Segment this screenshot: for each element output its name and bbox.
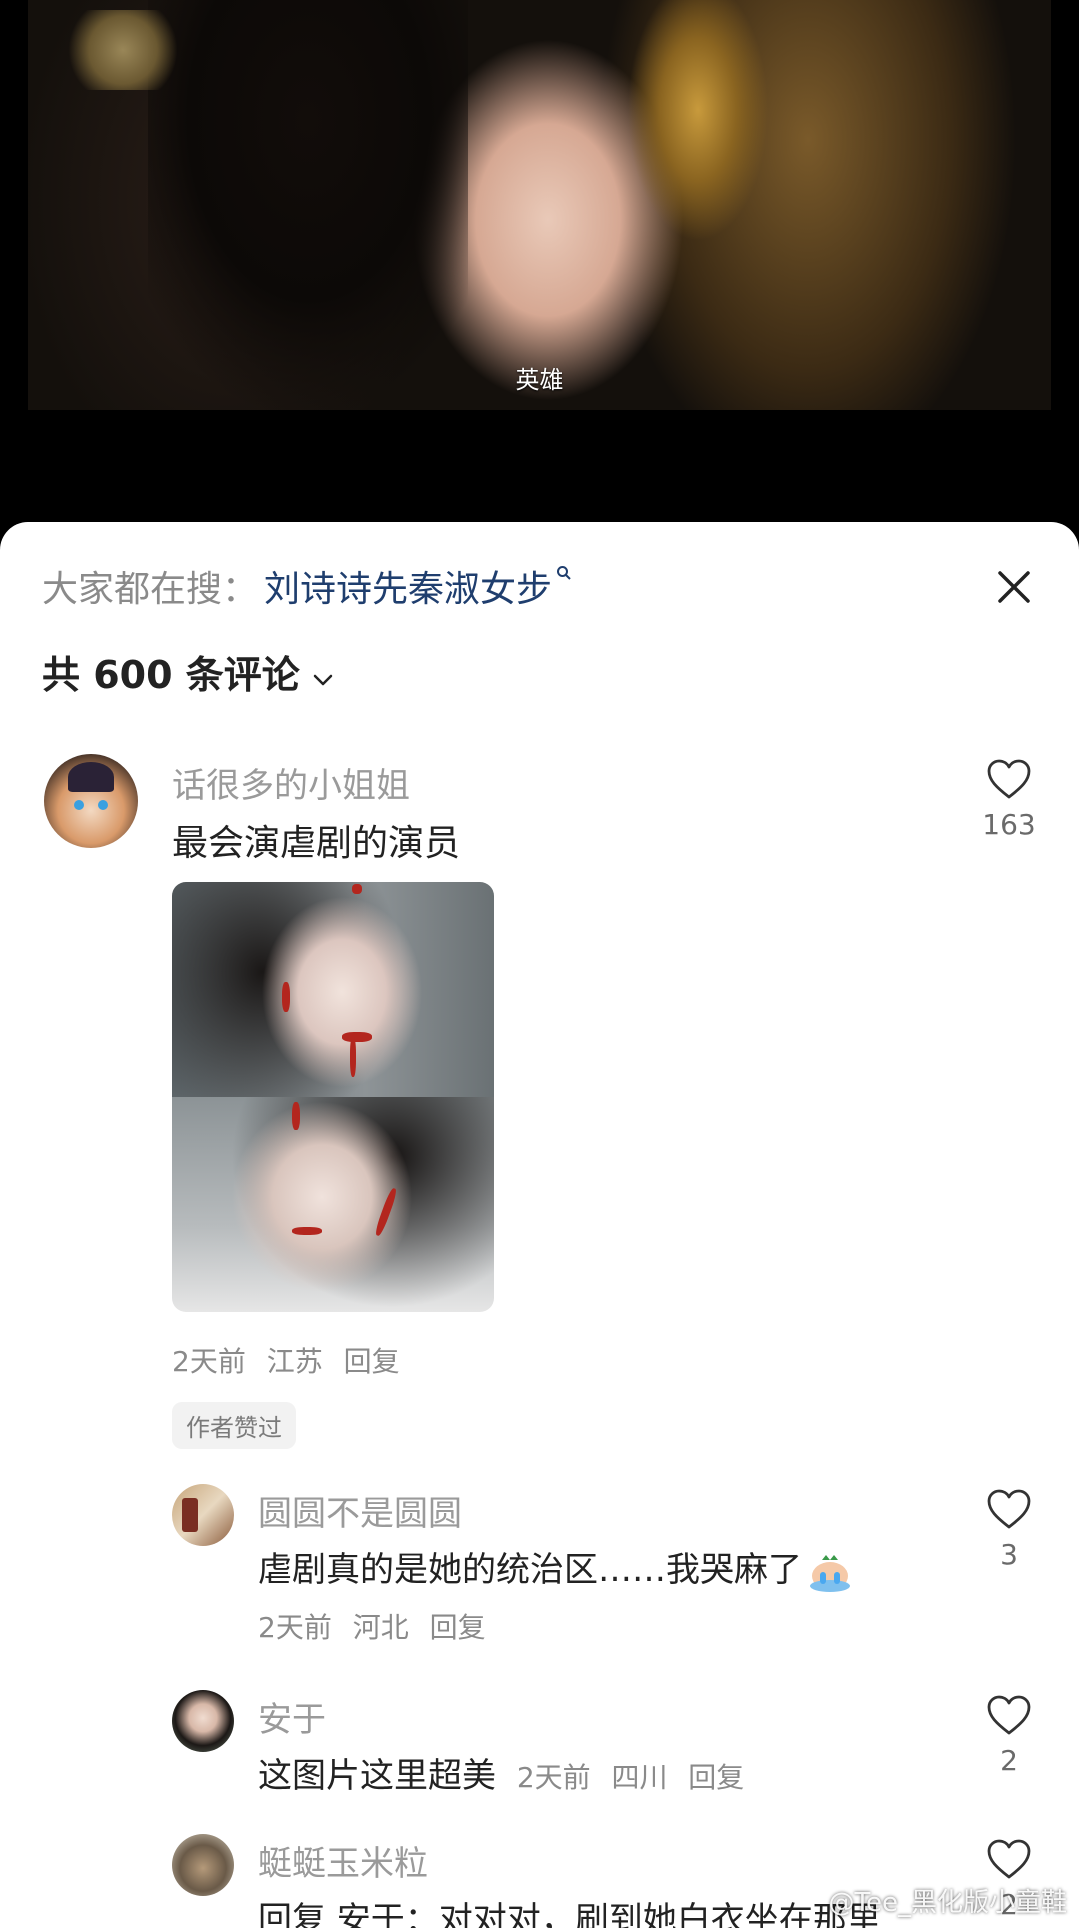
reply-location: 四川 xyxy=(611,1761,668,1794)
heart-icon xyxy=(987,759,1031,799)
crying-emoji-icon xyxy=(808,1552,852,1592)
reply-location: 河北 xyxy=(352,1611,409,1644)
reply-text-line: 这图片这里超美 2天前 四川 回复 xyxy=(258,1748,744,1797)
heart-icon xyxy=(987,1489,1031,1529)
close-icon xyxy=(998,571,1030,603)
watermark: @Tee_黑化版小童鞋 xyxy=(828,1888,1067,1918)
video-crown xyxy=(628,0,778,260)
trending-search[interactable]: 大家都在搜： 刘诗诗先秦淑女步 xyxy=(42,562,572,610)
like-count: 3 xyxy=(1000,1538,1018,1571)
video-hair-ornament xyxy=(68,10,178,90)
reply-text: 这图片这里超美 xyxy=(258,1756,496,1796)
reply-button[interactable]: 回复 xyxy=(688,1761,744,1794)
avatar[interactable] xyxy=(44,754,138,848)
search-icon xyxy=(556,562,572,587)
reply-button[interactable]: 回复 xyxy=(344,1345,400,1378)
chevron-down-icon xyxy=(312,652,334,696)
reply-time: 2天前 xyxy=(516,1761,591,1794)
comment-sheet: 大家都在搜： 刘诗诗先秦淑女步 共 600 条评论 话很多的小姐姐 最会演虐剧的… xyxy=(0,522,1079,1928)
close-button[interactable] xyxy=(989,562,1039,612)
trending-search-prefix: 大家都在搜： xyxy=(42,569,259,610)
video-player[interactable]: 英雄 xyxy=(0,0,1079,540)
comment-meta: 2天前 江苏 回复 xyxy=(172,1340,412,1380)
reply-username[interactable]: 安于 xyxy=(258,1692,326,1741)
video-frame[interactable] xyxy=(28,0,1051,410)
comment-count-sort[interactable]: 共 600 条评论 xyxy=(42,644,334,699)
comment-image-panel-bottom xyxy=(172,1097,494,1312)
reply-username[interactable]: 蜓蜓玉米粒 xyxy=(258,1836,428,1885)
reply-text: 虐剧真的是她的统治区……我哭麻了 xyxy=(258,1542,852,1592)
reply-username[interactable]: 圆圆不是圆圆 xyxy=(258,1486,462,1535)
comment-location: 江苏 xyxy=(266,1345,323,1378)
like-count: 163 xyxy=(982,808,1036,841)
comment-time: 2天前 xyxy=(172,1345,246,1378)
like-button[interactable]: 3 xyxy=(974,1488,1044,1571)
reply-time: 2天前 xyxy=(258,1611,332,1644)
comment-image-panel-top xyxy=(172,882,494,1097)
heart-icon xyxy=(987,1695,1031,1735)
reply-text-content: 虐剧真的是她的统治区……我哭麻了 xyxy=(258,1550,802,1590)
avatar[interactable] xyxy=(172,1484,234,1546)
like-count: 2 xyxy=(1000,1744,1018,1777)
author-liked-badge: 作者赞过 xyxy=(172,1402,296,1449)
like-button[interactable]: 2 xyxy=(974,1694,1044,1777)
comment-count-label: 共 600 条评论 xyxy=(42,653,300,697)
trending-search-link[interactable]: 刘诗诗先秦淑女步 xyxy=(264,560,552,612)
comment-text: 最会演虐剧的演员 xyxy=(172,823,461,864)
comment-username[interactable]: 话很多的小姐姐 xyxy=(172,758,410,807)
comment-image[interactable] xyxy=(172,882,494,1312)
reply-meta: 2天前 河北 回复 xyxy=(258,1606,498,1646)
reply-button[interactable]: 回复 xyxy=(430,1611,486,1644)
avatar[interactable] xyxy=(172,1834,234,1896)
like-button[interactable]: 163 xyxy=(974,758,1044,841)
avatar[interactable] xyxy=(172,1690,234,1752)
video-hair-shape xyxy=(148,0,468,410)
video-subtitle: 英雄 xyxy=(515,366,564,394)
heart-icon xyxy=(987,1839,1031,1879)
reply-text: 回复 安于：对对对，刷到她白衣坐在那里 xyxy=(258,1900,881,1928)
